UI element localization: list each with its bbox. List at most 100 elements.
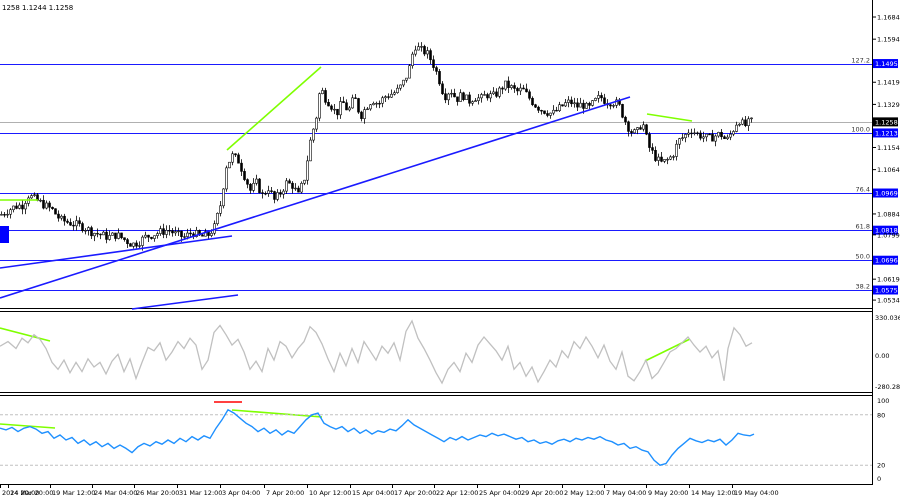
candle-body xyxy=(552,109,555,114)
candle-body xyxy=(723,136,726,140)
time-label: 19 May 04:00 xyxy=(734,489,779,497)
candle-body xyxy=(309,139,312,162)
candle-body xyxy=(393,92,396,95)
candle-body xyxy=(405,77,408,81)
candle-body xyxy=(279,192,282,195)
osc-axis-label: -280.2849 xyxy=(875,383,900,391)
candle-body xyxy=(12,205,15,211)
candle-body xyxy=(660,156,663,162)
candle-body xyxy=(441,83,444,95)
candle-body xyxy=(513,85,516,89)
candle-body xyxy=(51,206,54,209)
candle-body xyxy=(477,97,480,101)
candle-body xyxy=(582,102,585,109)
candle-body xyxy=(465,94,468,100)
time-label: 26 Mar 20:00 xyxy=(136,489,179,497)
candle-body xyxy=(288,180,291,184)
candlestick-series xyxy=(0,42,753,251)
candle-body xyxy=(390,93,393,98)
candle-body xyxy=(684,134,687,139)
candle-body xyxy=(87,227,90,231)
candle-body xyxy=(576,102,579,108)
candle-body xyxy=(570,99,573,105)
price-label: 1.1154 xyxy=(877,144,900,152)
candle-body xyxy=(297,187,300,193)
candle-body xyxy=(711,133,714,142)
candle-body xyxy=(168,230,171,232)
candle-body xyxy=(66,220,69,223)
candle-body xyxy=(423,46,426,55)
candle-body xyxy=(231,153,234,163)
candle-body xyxy=(714,135,717,142)
candle-body xyxy=(729,133,732,138)
candle-body xyxy=(225,167,228,190)
candle-body xyxy=(510,85,513,88)
candle-body xyxy=(258,178,261,193)
candle-body xyxy=(414,49,417,55)
price-label: 1.1594 xyxy=(877,36,900,44)
candle-body xyxy=(264,193,267,195)
fib-label-61.8: 61.8 xyxy=(856,223,870,231)
price-label: 1.1419 xyxy=(877,79,900,87)
candle-body xyxy=(135,242,138,247)
candle-body xyxy=(354,97,357,99)
candle-body xyxy=(687,132,690,135)
candle-body xyxy=(726,136,729,140)
candle-body xyxy=(93,232,96,237)
candle-body xyxy=(330,105,333,110)
candle-body xyxy=(642,124,645,130)
time-label: 7 May 04:00 xyxy=(606,489,646,497)
candle-body xyxy=(318,93,321,119)
candle-body xyxy=(342,101,345,104)
candle-body xyxy=(402,79,405,86)
candle-body xyxy=(117,232,120,239)
candle-body xyxy=(228,161,231,169)
candle-body xyxy=(621,104,624,118)
trend-lines xyxy=(0,96,631,310)
rsi-line xyxy=(0,408,755,466)
price-tag-label: 1.1213 xyxy=(875,129,898,137)
candle-body xyxy=(360,111,363,119)
candle-body xyxy=(417,46,420,51)
candle-body xyxy=(60,215,63,219)
candle-body xyxy=(336,108,339,116)
candle-body xyxy=(9,209,12,215)
candle-body xyxy=(750,117,753,120)
time-label: 15 Apr 04:00 xyxy=(352,489,394,497)
time-label: 3 Apr 04:00 xyxy=(222,489,260,497)
candle-body xyxy=(681,137,684,139)
candle-body xyxy=(15,205,18,209)
candle-body xyxy=(39,199,42,202)
candle-body xyxy=(702,136,705,139)
candle-body xyxy=(372,103,375,106)
time-axis: 2024 20:0014 Mar 20:0019 Mar 12:0024 Mar… xyxy=(0,485,779,497)
candle-body xyxy=(123,237,126,240)
candle-body xyxy=(306,160,309,181)
candle-body xyxy=(387,96,390,98)
candle-body xyxy=(102,231,105,236)
candle-body xyxy=(666,158,669,161)
candle-body xyxy=(573,102,576,105)
fib-label-38.2: 38.2 xyxy=(856,283,870,291)
price-label: 1.1684 xyxy=(877,14,900,22)
divergence-line-april xyxy=(226,66,322,151)
candle-body xyxy=(369,104,372,110)
candle-body xyxy=(33,194,36,196)
candle-body xyxy=(63,215,66,222)
candle-body xyxy=(519,87,522,92)
candle-body xyxy=(324,90,327,103)
candle-body xyxy=(588,102,591,106)
time-label: 10 Apr 12:00 xyxy=(309,489,351,497)
candle-body xyxy=(174,231,177,234)
candle-body xyxy=(651,147,654,151)
oscillator-line xyxy=(0,319,753,385)
candle-body xyxy=(165,230,168,235)
candle-body xyxy=(489,93,492,99)
candle-body xyxy=(597,95,600,99)
candle-body xyxy=(141,236,144,246)
rsi-axis-label: 20 xyxy=(877,462,885,470)
candle-body xyxy=(159,228,162,234)
candle-body xyxy=(471,101,474,104)
rsi-axis: 100 80 20 0 xyxy=(877,397,889,483)
candle-body xyxy=(474,100,477,102)
